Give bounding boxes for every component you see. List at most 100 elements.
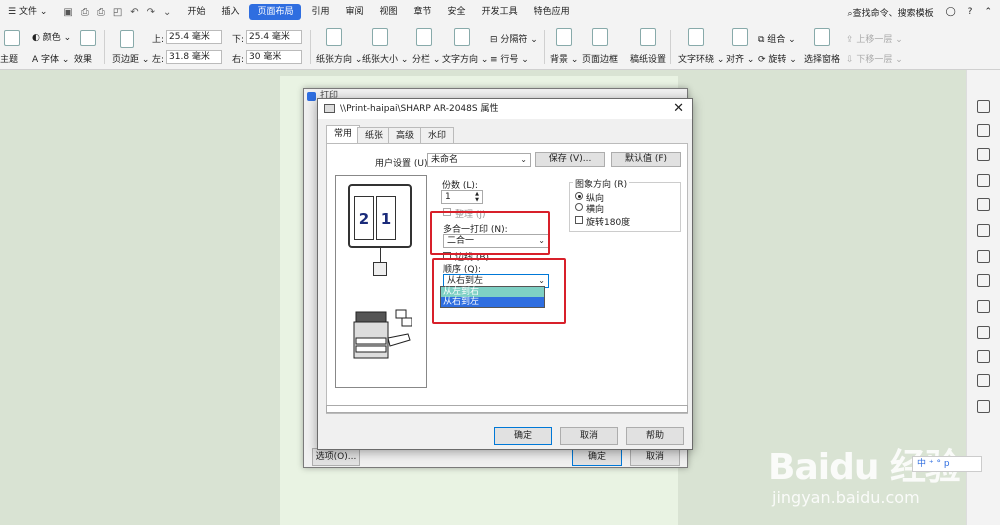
background-icon[interactable]: [556, 28, 572, 46]
selection-pane-icon[interactable]: [814, 28, 830, 46]
settings-icon[interactable]: [977, 174, 990, 187]
print-icon[interactable]: ⎙: [97, 7, 105, 18]
document-icon[interactable]: [977, 274, 990, 287]
save-icon[interactable]: ▣: [63, 7, 72, 18]
color-button[interactable]: ◐ 颜色 ⌄: [32, 30, 71, 43]
align-button[interactable]: 对齐 ⌄: [726, 52, 754, 65]
star-icon[interactable]: [977, 224, 990, 237]
left-margin-input[interactable]: 31.8 毫米: [166, 50, 222, 64]
ribbon-separator: [670, 30, 671, 64]
cancel-button[interactable]: 取消: [560, 427, 618, 445]
ok-button[interactable]: 确定: [494, 427, 552, 445]
layers-icon[interactable]: [977, 148, 990, 161]
theme-icon[interactable]: [4, 30, 20, 46]
left-margin-label: 左:: [152, 55, 165, 65]
breaks-button[interactable]: ⊟ 分隔符 ⌄: [490, 32, 538, 45]
tab-watermark[interactable]: 水印: [420, 127, 455, 143]
dollar-icon[interactable]: [977, 300, 990, 313]
orientation-icon[interactable]: [326, 28, 342, 46]
print-ok-button[interactable]: 确定: [572, 448, 622, 466]
selection-pane-button[interactable]: 选择窗格: [804, 52, 840, 65]
effect-icon[interactable]: [80, 30, 96, 46]
text-direction-icon[interactable]: [454, 28, 470, 46]
wrap-icon[interactable]: [688, 28, 704, 46]
tab-security[interactable]: 安全: [440, 0, 474, 24]
bottom-margin-input[interactable]: 25.4 毫米: [246, 30, 302, 44]
history-icon[interactable]: [977, 374, 990, 387]
margin-icon[interactable]: [120, 30, 134, 48]
tab-advanced[interactable]: 高级: [388, 127, 423, 143]
font-icon: A: [32, 55, 42, 65]
help-icon[interactable]: ?: [968, 7, 973, 17]
export-pdf-icon[interactable]: ⎙: [81, 7, 89, 18]
page-border-button[interactable]: 页面边框: [582, 52, 618, 65]
bring-forward-button[interactable]: ⇪ 上移一层 ⌄: [846, 32, 903, 45]
paper-size-button[interactable]: 纸张大小 ⌄: [362, 52, 408, 65]
wrap-button[interactable]: 文字环绕 ⌄: [678, 52, 724, 65]
rotate180-checkbox[interactable]: [575, 216, 583, 224]
columns-button[interactable]: 分栏 ⌄: [412, 52, 440, 65]
paper-size-icon[interactable]: [372, 28, 388, 46]
help-button[interactable]: 帮助: [626, 427, 684, 445]
theme-button[interactable]: 主题: [0, 52, 18, 65]
copies-input[interactable]: 1 ▲ ▼: [441, 190, 483, 204]
text-direction-button[interactable]: 文字方向 ⌄: [442, 52, 488, 65]
ime-toolbar[interactable]: 中 ⁺ ° p: [912, 456, 982, 472]
tab-references[interactable]: 引用: [303, 0, 337, 24]
paper-setup-button[interactable]: 稿纸设置: [630, 52, 666, 65]
highlight-order: [432, 258, 566, 324]
user-settings-select[interactable]: 未命名 ⌄: [427, 153, 531, 167]
undo-icon[interactable]: ↶: [130, 7, 138, 18]
user-icon[interactable]: ◯: [946, 7, 956, 17]
cursor-icon[interactable]: [977, 124, 990, 137]
tab-insert[interactable]: 插入: [213, 0, 247, 24]
send-backward-button[interactable]: ⇩ 下移一层 ⌄: [846, 52, 903, 65]
box-icon[interactable]: [977, 198, 990, 211]
defaults-button[interactable]: 默认值 (F): [611, 152, 681, 167]
preview-icon[interactable]: ◰: [113, 7, 122, 18]
tab-general[interactable]: 常用: [326, 125, 361, 144]
command-search[interactable]: ⌕查找命令、搜索模板: [848, 6, 934, 19]
paper-setup-icon[interactable]: [640, 28, 656, 46]
tab-view[interactable]: 视图: [372, 0, 406, 24]
print-cancel-button[interactable]: 取消: [630, 448, 680, 466]
tab-paper[interactable]: 纸张: [357, 127, 392, 143]
tab-home[interactable]: 开始: [179, 0, 213, 24]
effect-button[interactable]: 效果: [74, 52, 92, 65]
orientation-button[interactable]: 纸张方向 ⌄: [316, 52, 362, 65]
more-icon[interactable]: ⌄: [163, 7, 171, 18]
bottom-margin-label: 下:: [232, 35, 245, 45]
tab-chapter[interactable]: 章节: [406, 0, 440, 24]
edit-icon[interactable]: [977, 100, 990, 113]
font-button[interactable]: A 字体 ⌄: [32, 52, 69, 65]
options-button[interactable]: 选项(O)...: [312, 448, 360, 466]
rotate-button[interactable]: ⟳ 旋转 ⌄: [758, 52, 797, 65]
location-icon[interactable]: [977, 350, 990, 363]
landscape-radio[interactable]: [575, 203, 583, 211]
image-icon[interactable]: [977, 326, 990, 339]
tab-developer[interactable]: 开发工具: [474, 0, 526, 24]
top-margin-input[interactable]: 25.4 毫米: [166, 30, 222, 44]
margin-button[interactable]: 页边距 ⌄: [112, 52, 149, 65]
portrait-radio[interactable]: [575, 192, 583, 200]
close-icon[interactable]: ✕: [673, 101, 684, 116]
redo-icon[interactable]: ↷: [147, 7, 155, 18]
right-margin-input[interactable]: 30 毫米: [246, 50, 302, 64]
tab-review[interactable]: 审阅: [338, 0, 372, 24]
background-button[interactable]: 背景 ⌄: [550, 52, 578, 65]
tab-features[interactable]: 特色应用: [526, 0, 578, 24]
line-numbers-button[interactable]: ≡ 行号 ⌄: [490, 52, 529, 65]
collapse-icon[interactable]: ⌃: [984, 7, 992, 17]
landscape-label: 横向: [586, 205, 605, 215]
columns-icon[interactable]: [416, 28, 432, 46]
share-icon[interactable]: [977, 250, 990, 263]
more-icon[interactable]: [977, 400, 990, 413]
line-numbers-icon: ≡: [490, 55, 501, 65]
file-menu[interactable]: ☰ 文件 ⌄: [0, 0, 55, 24]
page-border-icon[interactable]: [592, 28, 608, 46]
group-button[interactable]: ⧉ 组合 ⌄: [758, 32, 796, 45]
align-icon[interactable]: [732, 28, 748, 46]
save-button[interactable]: 保存 (V)...: [535, 152, 605, 167]
spinner-arrows-icon[interactable]: ▲ ▼: [473, 191, 481, 203]
tab-page-layout[interactable]: 页面布局: [249, 4, 302, 20]
